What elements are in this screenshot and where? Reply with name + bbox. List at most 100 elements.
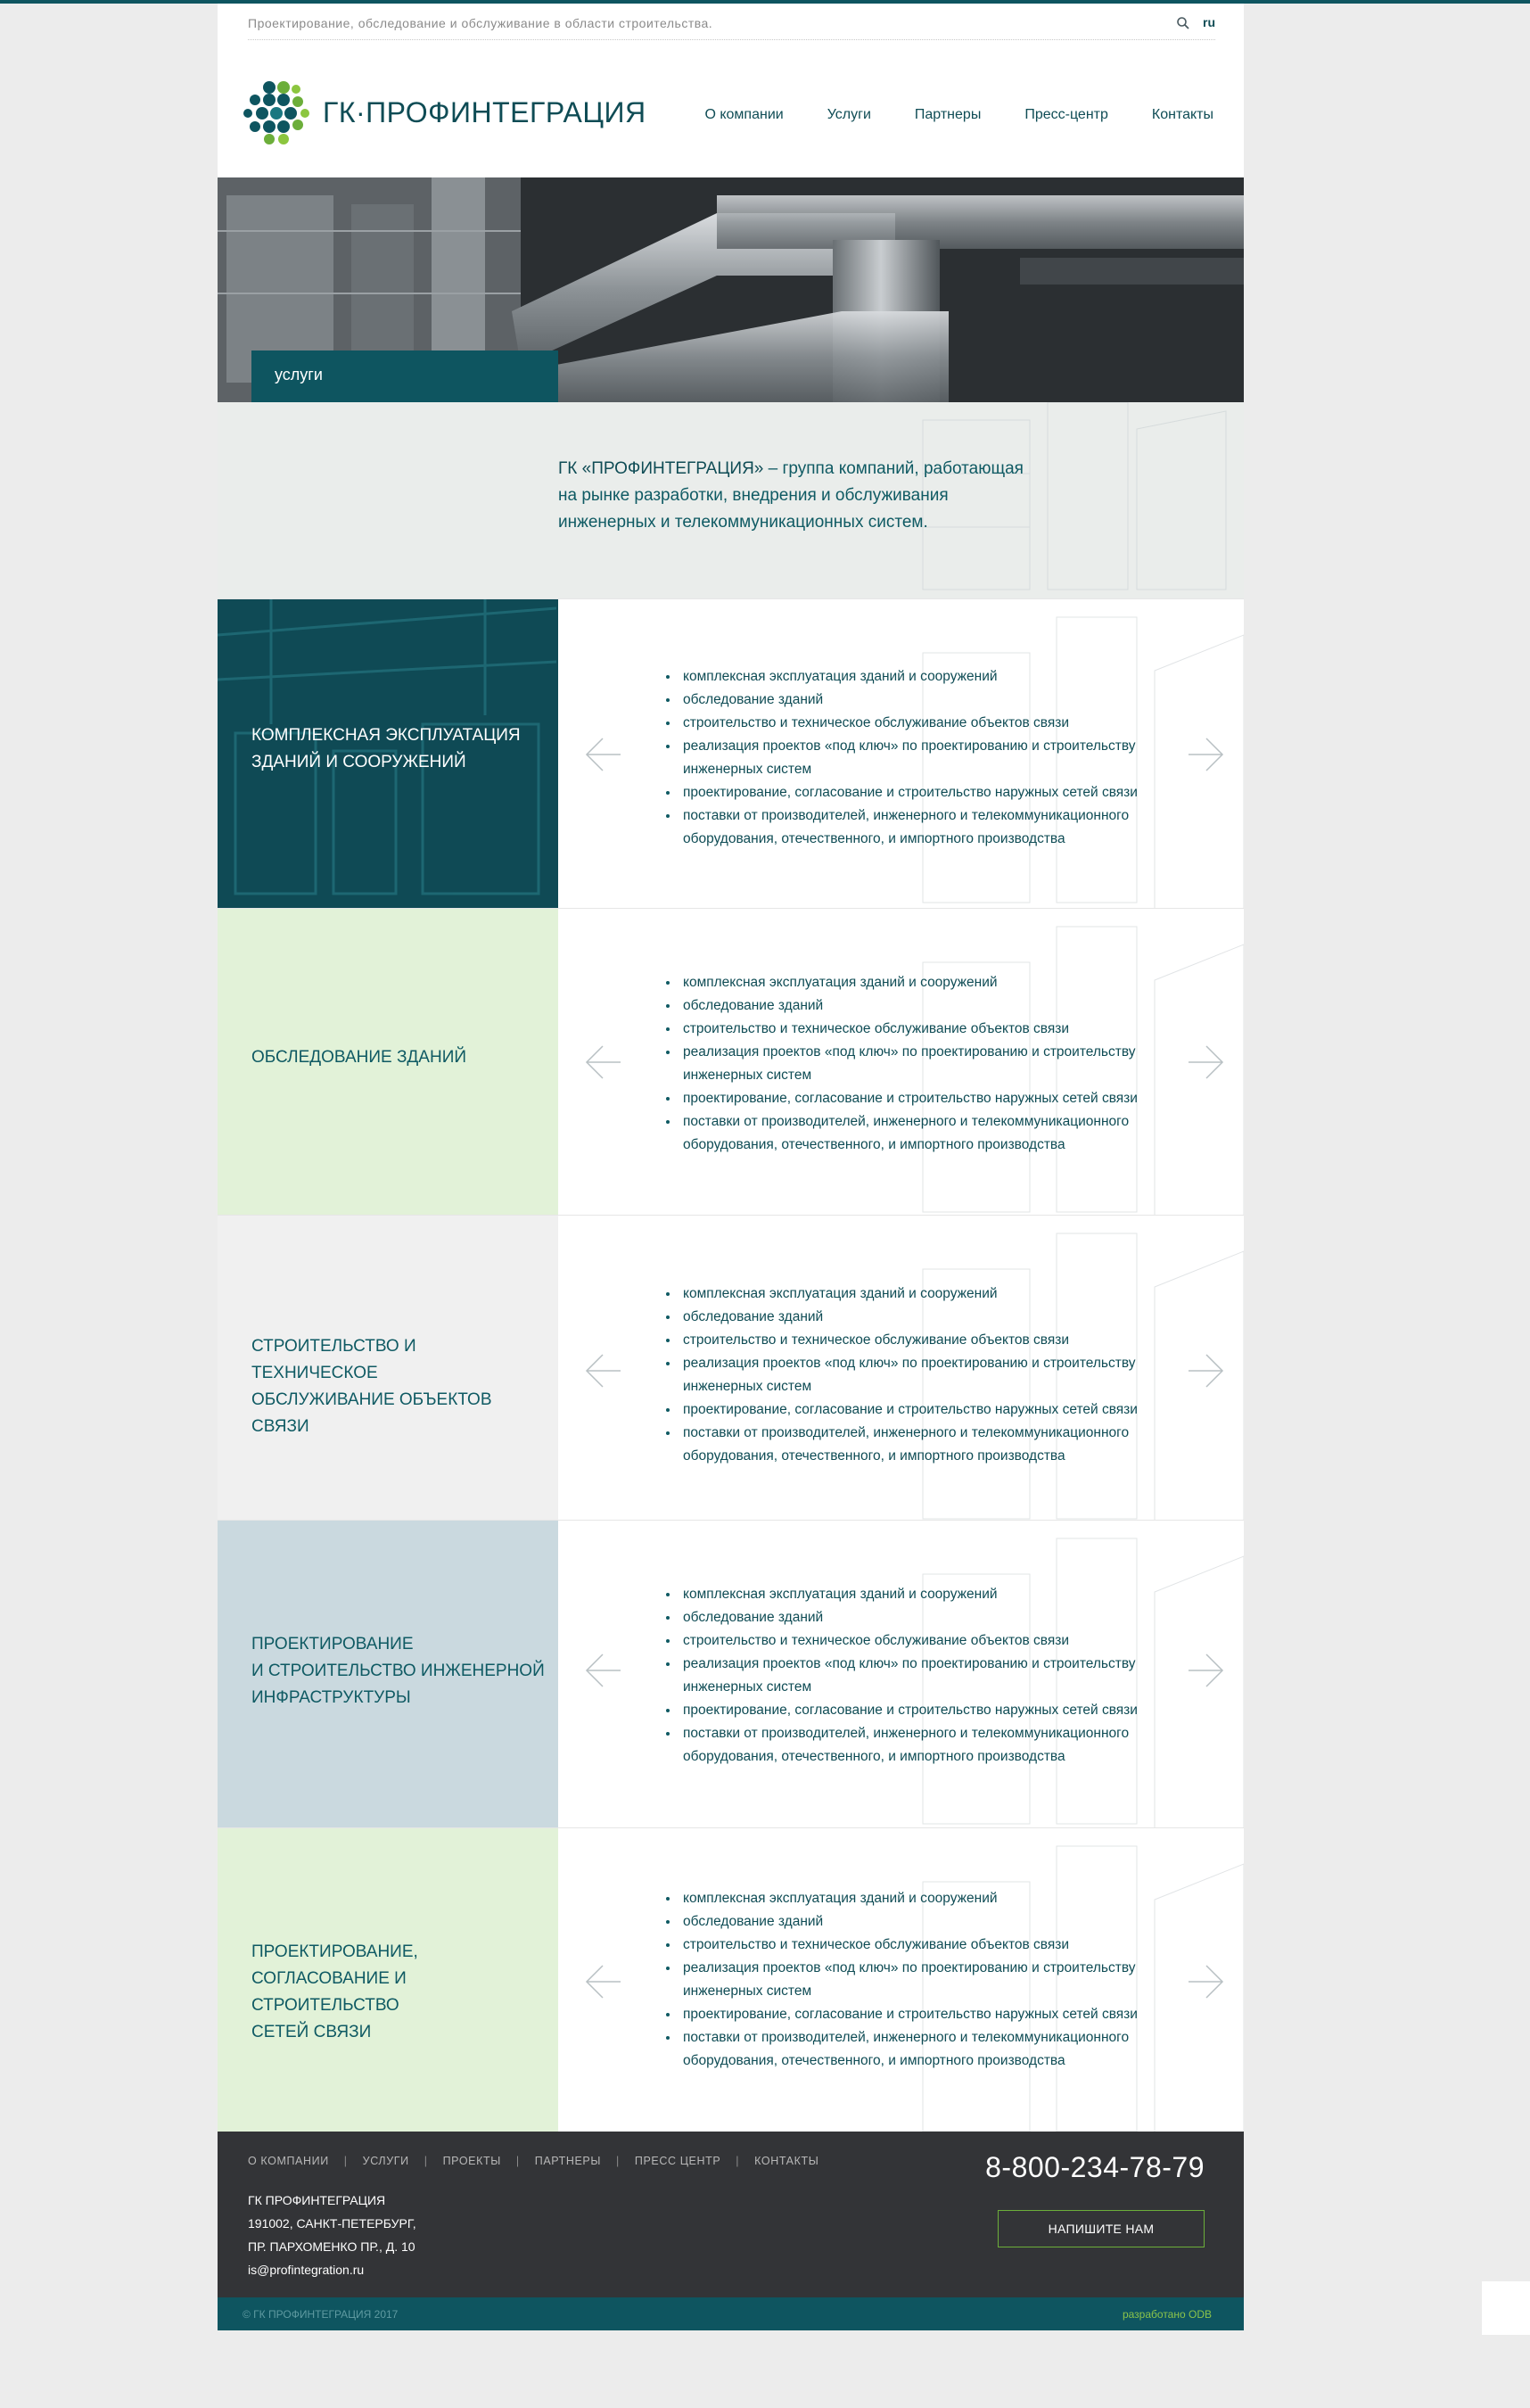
service-list-1: комплексная эксплуатация зданий и сооруж…: [656, 665, 1179, 851]
service-panel-3[interactable]: СТРОИТЕЛЬСТВО И ТЕХНИЧЕСКОЕ ОБСЛУЖИВАНИЕ…: [218, 1216, 558, 1521]
service-details-4: комплексная эксплуатация зданий и сооруж…: [558, 1521, 1244, 1828]
list-item: реализация проектов «под ключ» по проект…: [679, 1653, 1179, 1699]
service-list-4: комплексная эксплуатация зданий и сооруж…: [656, 1583, 1179, 1769]
service-details-5: комплексная эксплуатация зданий и сооруж…: [558, 1828, 1244, 2132]
service-row-2: ОБСЛЕДОВАНИЕ ЗДАНИЙ комплексная эксплуат…: [218, 908, 1244, 1216]
list-item: проектирование, согласование и строитель…: [679, 2003, 1179, 2026]
nav-about[interactable]: О компании: [704, 107, 783, 123]
list-item: строительство и техническое обслуживание…: [679, 1629, 1179, 1653]
service-row-3: СТРОИТЕЛЬСТВО И ТЕХНИЧЕСКОЕ ОБСЛУЖИВАНИЕ…: [218, 1215, 1244, 1521]
intro-brand: ГК «ПРОФИНТЕГРАЦИЯ»: [558, 459, 764, 478]
language-switch[interactable]: ru: [1203, 15, 1215, 29]
list-item: комплексная эксплуатация зданий и сооруж…: [679, 971, 1179, 994]
list-item: поставки от производителей, инженерного …: [679, 1422, 1179, 1468]
top-bar: Проектирование, обследование и обслужива…: [248, 11, 1215, 40]
copyright: © ГК ПРОФИНТЕГРАЦИЯ 2017: [243, 2308, 399, 2321]
hero-banner: услуги: [218, 177, 1244, 402]
footer-link-projects[interactable]: ПРОЕКТЫ: [443, 2155, 501, 2167]
list-item: комплексная эксплуатация зданий и сооруж…: [679, 1282, 1179, 1306]
footer-nav: О КОМПАНИИ | УСЛУГИ | ПРОЕКТЫ | ПАРТНЕРЫ | П…: [248, 2155, 819, 2167]
service-panel-1[interactable]: КОМПЛЕКСНАЯ ЭКСПЛУАТАЦИЯ ЗДАНИЙ И СООРУЖ…: [218, 599, 558, 909]
logo[interactable]: ГК·ПРОФИНТЕГРАЦИЯ: [243, 80, 646, 146]
list-item: поставки от производителей, инженерного …: [679, 1110, 1179, 1157]
logo-text: ГК·ПРОФИНТЕГРАЦИЯ: [323, 96, 646, 128]
intro-line3: инженерных и телекоммуникационных систем…: [558, 513, 928, 532]
arrow-left-icon[interactable]: [583, 735, 622, 774]
list-item: проектирование, согласование и строитель…: [679, 781, 1179, 804]
arrow-right-icon[interactable]: [1187, 1962, 1226, 2001]
list-item: обследование зданий: [679, 1606, 1179, 1629]
developer-credit[interactable]: разработано ODB: [1123, 2308, 1212, 2321]
hero-section-label: услуги: [275, 366, 323, 383]
list-item: комплексная эксплуатация зданий и сооруж…: [679, 665, 1179, 689]
list-item: реализация проектов «под ключ» по проект…: [679, 735, 1179, 781]
footer-link-services[interactable]: УСЛУГИ: [363, 2155, 409, 2167]
footer-link-partners[interactable]: ПАРТНЕРЫ: [535, 2155, 601, 2167]
service-row-1: КОМПЛЕКСНАЯ ЭКСПЛУАТАЦИЯ ЗДАНИЙ И СООРУЖ…: [218, 598, 1244, 909]
list-item: реализация проектов «под ключ» по проект…: [679, 1957, 1179, 2003]
footer-link-contacts[interactable]: КОНТАКТЫ: [754, 2155, 818, 2167]
service-details-1: комплексная эксплуатация зданий и сооруж…: [558, 599, 1244, 909]
service-list-3: комплексная эксплуатация зданий и сооруж…: [656, 1282, 1179, 1468]
list-item: обследование зданий: [679, 994, 1179, 1018]
nav-partners[interactable]: Партнеры: [915, 107, 981, 123]
service-details-3: комплексная эксплуатация зданий и сооруж…: [558, 1216, 1244, 1521]
page: Проектирование, обследование и обслужива…: [218, 4, 1244, 2330]
arrow-right-icon[interactable]: [1187, 735, 1226, 774]
nav-press[interactable]: Пресс-центр: [1024, 107, 1108, 123]
footer-bottom-bar: © ГК ПРОФИНТЕГРАЦИЯ 2017 разработано ODB: [218, 2297, 1244, 2330]
list-item: поставки от производителей, инженерного …: [679, 2026, 1179, 2073]
arrow-left-icon[interactable]: [583, 1043, 622, 1082]
service-title-5: ПРОЕКТИРОВАНИЕ, СОГЛАСОВАНИЕ И СТРОИТЕЛЬ…: [251, 1942, 418, 2041]
footer-link-press[interactable]: ПРЕСС ЦЕНТР: [635, 2155, 720, 2167]
intro-line2: на рынке разработки, внедрения и обслужи…: [558, 486, 949, 505]
service-details-2: комплексная эксплуатация зданий и сооруж…: [558, 909, 1244, 1216]
service-title-1: КОМПЛЕКСНАЯ ЭКСПЛУАТАЦИЯ ЗДАНИЙ И СООРУЖ…: [251, 726, 521, 771]
search-icon[interactable]: [1176, 16, 1190, 30]
footer-phone[interactable]: 8-800-234-78-79: [985, 2151, 1205, 2184]
footer-link-about[interactable]: О КОМПАНИИ: [248, 2155, 329, 2167]
service-list-5: комплексная эксплуатация зданий и сооруж…: [656, 1887, 1179, 2073]
list-item: реализация проектов «под ключ» по проект…: [679, 1352, 1179, 1398]
list-item: строительство и техническое обслуживание…: [679, 1018, 1179, 1041]
hero-section-tab: услуги: [251, 350, 558, 402]
intro-text: ГК «ПРОФИНТЕГРАЦИЯ» – группа компаний, р…: [558, 456, 1057, 536]
main-nav: О компании Услуги Партнеры Пресс-центр К…: [704, 107, 1213, 123]
write-us-button[interactable]: НАПИШИТЕ НАМ: [998, 2210, 1205, 2247]
list-item: строительство и техническое обслуживание…: [679, 1329, 1179, 1352]
service-panel-2[interactable]: ОБСЛЕДОВАНИЕ ЗДАНИЙ: [218, 909, 558, 1216]
service-panel-4[interactable]: ПРОЕКТИРОВАНИЕ И СТРОИТЕЛЬСТВО ИНЖЕНЕРНО…: [218, 1521, 558, 1828]
nav-services[interactable]: Услуги: [827, 107, 871, 123]
footer-email[interactable]: is@profintegration.ru: [248, 2263, 364, 2277]
list-item: строительство и техническое обслуживание…: [679, 1934, 1179, 1957]
corner-blank: [1482, 2281, 1530, 2335]
service-list-2: комплексная эксплуатация зданий и сооруж…: [656, 971, 1179, 1157]
tagline: Проектирование, обследование и обслужива…: [248, 16, 713, 30]
list-item: строительство и техническое обслуживание…: [679, 712, 1179, 735]
list-item: поставки от производителей, инженерного …: [679, 804, 1179, 851]
service-title-3: СТРОИТЕЛЬСТВО И ТЕХНИЧЕСКОЕ ОБСЛУЖИВАНИЕ…: [251, 1337, 492, 1436]
footer: О КОМПАНИИ | УСЛУГИ | ПРОЕКТЫ | ПАРТНЕРЫ | П…: [218, 2132, 1244, 2297]
service-title-2: ОБСЛЕДОВАНИЕ ЗДАНИЙ: [251, 1048, 467, 1067]
arrow-left-icon[interactable]: [583, 1651, 622, 1690]
list-item: проектирование, согласование и строитель…: [679, 1699, 1179, 1722]
logo-mark-icon: [243, 81, 309, 144]
intro-section: ГК «ПРОФИНТЕГРАЦИЯ» – группа компаний, р…: [218, 402, 1244, 598]
list-item: комплексная эксплуатация зданий и сооруж…: [679, 1887, 1179, 1910]
service-row-4: ПРОЕКТИРОВАНИЕ И СТРОИТЕЛЬСТВО ИНЖЕНЕРНО…: [218, 1520, 1244, 1828]
arrow-left-icon[interactable]: [583, 1351, 622, 1390]
arrow-right-icon[interactable]: [1187, 1651, 1226, 1690]
arrow-right-icon[interactable]: [1187, 1351, 1226, 1390]
list-item: обследование зданий: [679, 1910, 1179, 1934]
service-panel-5[interactable]: ПРОЕКТИРОВАНИЕ, СОГЛАСОВАНИЕ И СТРОИТЕЛЬ…: [218, 1828, 558, 2132]
footer-address: ГК ПРОФИНТЕГРАЦИЯ 191002, САНКТ-ПЕТЕРБУР…: [248, 2193, 416, 2277]
nav-contacts[interactable]: Контакты: [1152, 107, 1213, 123]
list-item: поставки от производителей, инженерного …: [679, 1722, 1179, 1769]
arrow-right-icon[interactable]: [1187, 1043, 1226, 1082]
intro-line1: – группа компаний, работающая: [763, 459, 1024, 478]
list-item: проектирование, согласование и строитель…: [679, 1398, 1179, 1422]
list-item: обследование зданий: [679, 1306, 1179, 1329]
arrow-left-icon[interactable]: [583, 1962, 622, 2001]
list-item: проектирование, согласование и строитель…: [679, 1087, 1179, 1110]
service-row-5: ПРОЕКТИРОВАНИЕ, СОГЛАСОВАНИЕ И СТРОИТЕЛЬ…: [218, 1827, 1244, 2132]
